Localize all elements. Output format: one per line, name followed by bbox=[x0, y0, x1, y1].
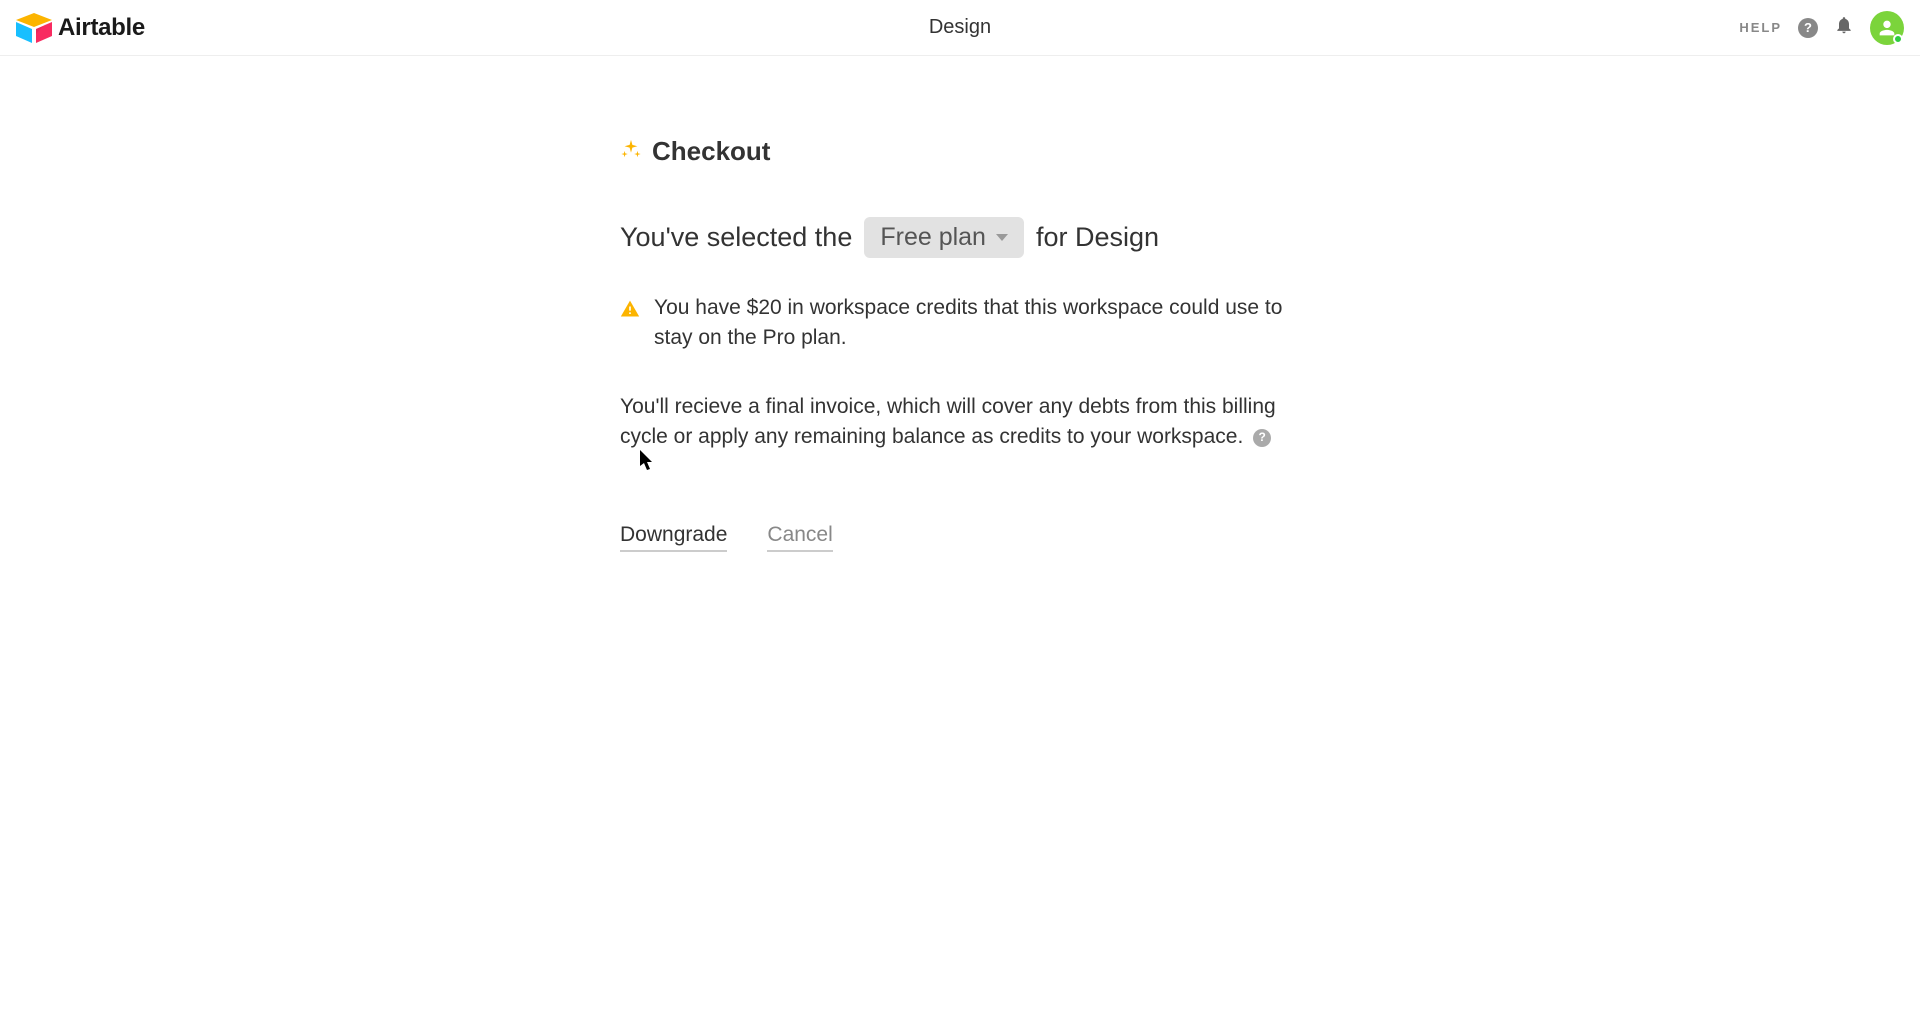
header-right: HELP ? bbox=[1739, 11, 1904, 45]
brand-name: Airtable bbox=[58, 14, 145, 42]
checkout-actions: Downgrade Cancel bbox=[620, 523, 1300, 552]
airtable-logo-icon bbox=[16, 13, 52, 43]
invoice-info: You'll recieve a final invoice, which wi… bbox=[620, 392, 1300, 453]
info-message: You'll recieve a final invoice, which wi… bbox=[620, 395, 1276, 448]
header-left: Airtable bbox=[16, 13, 145, 43]
brand-logo[interactable]: Airtable bbox=[16, 13, 145, 43]
info-help-icon[interactable]: ? bbox=[1253, 429, 1271, 447]
help-link[interactable]: HELP bbox=[1739, 20, 1782, 35]
notifications-icon[interactable] bbox=[1834, 15, 1854, 40]
checkout-title: Checkout bbox=[652, 136, 770, 167]
downgrade-button[interactable]: Downgrade bbox=[620, 523, 727, 552]
warning-message: You have $20 in workspace credits that t… bbox=[654, 293, 1300, 354]
checkout-main: Checkout You've selected the Free plan f… bbox=[600, 56, 1320, 592]
cancel-button[interactable]: Cancel bbox=[767, 523, 832, 552]
plan-selection-line: You've selected the Free plan for Design bbox=[620, 217, 1300, 258]
workspace-title: Design bbox=[929, 16, 991, 39]
selection-suffix: for Design bbox=[1036, 222, 1159, 253]
app-header: Airtable Design HELP ? bbox=[0, 0, 1920, 56]
warning-icon bbox=[620, 293, 640, 324]
help-icon[interactable]: ? bbox=[1798, 18, 1818, 38]
chevron-down-icon bbox=[996, 234, 1008, 241]
selected-plan-label: Free plan bbox=[880, 223, 986, 252]
presence-dot-icon bbox=[1893, 34, 1903, 44]
checkout-header: Checkout bbox=[620, 136, 1300, 167]
credits-warning: You have $20 in workspace credits that t… bbox=[620, 293, 1300, 354]
plan-dropdown[interactable]: Free plan bbox=[864, 217, 1024, 258]
selection-prefix: You've selected the bbox=[620, 222, 852, 253]
sparkle-icon bbox=[620, 138, 642, 165]
user-avatar[interactable] bbox=[1870, 11, 1904, 45]
